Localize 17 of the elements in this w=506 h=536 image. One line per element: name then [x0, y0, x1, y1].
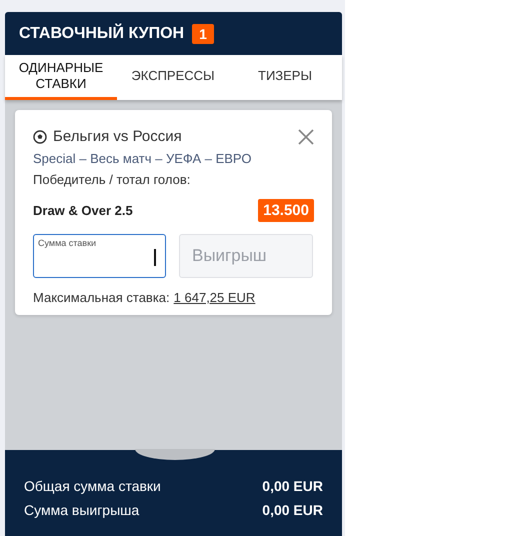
coupon-count: 1 — [192, 24, 214, 44]
close-icon[interactable] — [298, 128, 314, 144]
stake-field[interactable]: Сумма ставки — [33, 234, 166, 278]
max-stake-label: Максимальная ставка: — [33, 290, 170, 305]
total-value: 0,00 EUR — [262, 477, 323, 496]
total-label: Общая сумма ставки — [24, 477, 161, 496]
selection-name: Draw & Over 2.5 — [33, 203, 133, 218]
market-name: Победитель / тотал голов: — [33, 172, 192, 187]
market-path: Special – Весь матч – УЕФА – ЕВРО — [33, 151, 252, 166]
tab[interactable]: ТИЗЕРЫ — [229, 55, 341, 100]
total-label: Сумма выигрыша — [24, 501, 140, 520]
tab[interactable]: ЭКСПРЕССЫ — [117, 55, 229, 100]
coupon-title: СТАВОЧНЫЙ КУПОН — [19, 24, 184, 42]
max-stake-link[interactable]: 1 647,25 EUR — [174, 290, 256, 305]
total-value: 0,00 EUR — [262, 501, 323, 520]
event-name: Бельгия vs Россия — [53, 128, 183, 145]
soccer-ball-icon — [33, 130, 47, 144]
